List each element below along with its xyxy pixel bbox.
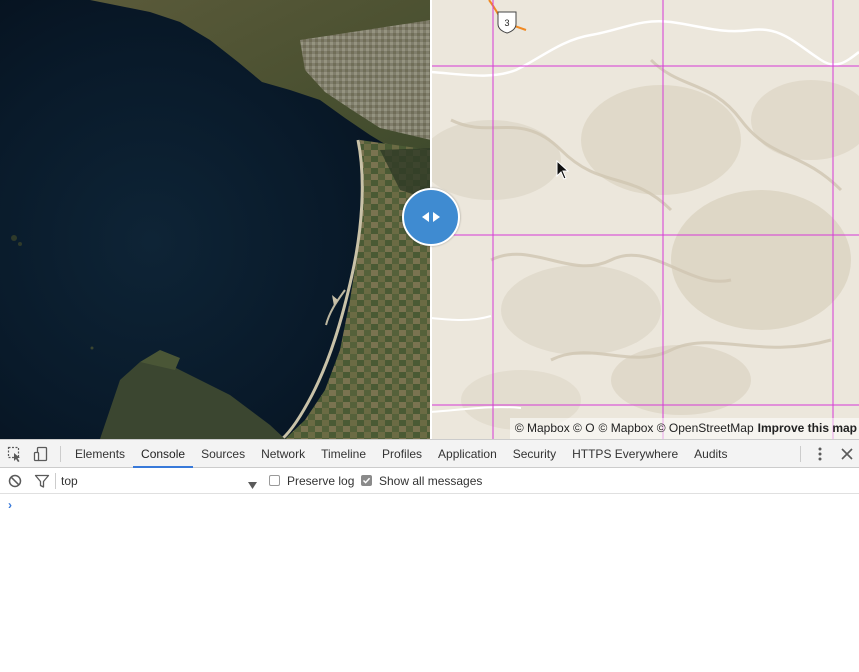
console-output[interactable]: › [0,494,859,670]
improve-this-map-link[interactable]: Improve this map [758,421,857,435]
console-toolbar: top Preserve log Show all messages [0,468,859,494]
execution-context-select[interactable]: top [61,468,78,494]
map-attribution: © Mapbox © O © Mapbox © OpenStreetMap Impr… [509,418,859,439]
toolbar-divider [60,446,61,462]
show-all-messages-checkbox[interactable] [361,475,372,486]
show-all-messages-label[interactable]: Show all messages [379,468,482,494]
devtools-tabbar: Elements Console Sources Network Timelin… [0,440,859,468]
devtools-tabs: Elements Console Sources Network Timelin… [67,440,736,468]
close-devtools-icon[interactable] [838,445,856,463]
tab-console[interactable]: Console [133,440,194,468]
highway-shield-number: 3 [504,18,509,28]
more-options-icon[interactable] [811,445,829,463]
satellite-imagery [0,0,431,439]
tab-elements[interactable]: Elements [67,440,133,468]
mouse-cursor-icon [556,160,570,180]
toolbar-divider [800,446,801,462]
highway-shield-icon: 3 [497,11,517,34]
toolbar-divider [55,473,56,489]
tab-timeline[interactable]: Timeline [313,440,374,468]
map-swipe-view[interactable]: 3 © Mapbox © O © Mapbox © OpenStreetMap Im… [0,0,859,439]
checkmark-icon [362,477,371,484]
tab-network[interactable]: Network [253,440,313,468]
browser-window: 3 © Mapbox © O © Mapbox © OpenStreetMap Im… [0,0,859,672]
tab-application[interactable]: Application [430,440,505,468]
tab-security[interactable]: Security [505,440,564,468]
left-right-arrows-icon [422,212,440,222]
tab-sources[interactable]: Sources [193,440,253,468]
tab-profiles[interactable]: Profiles [374,440,430,468]
satellite-map-layer[interactable] [0,0,431,439]
filter-icon[interactable] [33,472,51,490]
console-prompt[interactable]: › [8,498,12,512]
preserve-log-label[interactable]: Preserve log [287,468,354,494]
tab-https-everywhere[interactable]: HTTPS Everywhere [564,440,686,468]
terrain-map: 3 [431,0,859,439]
clear-console-icon[interactable] [6,472,24,490]
swipe-handle-button[interactable] [402,188,460,246]
inspect-element-icon[interactable] [6,445,24,463]
tab-audits[interactable]: Audits [686,440,735,468]
terrain-map-layer[interactable]: 3 [431,0,859,439]
devtools-panel: Elements Console Sources Network Timelin… [0,439,859,672]
device-toolbar-icon[interactable] [32,445,50,463]
attribution-left[interactable]: © Mapbox © O [515,421,595,435]
attribution-mapbox-osm[interactable]: © Mapbox © OpenStreetMap [599,421,754,435]
preserve-log-checkbox[interactable] [269,475,280,486]
chevron-down-icon[interactable] [248,477,257,495]
